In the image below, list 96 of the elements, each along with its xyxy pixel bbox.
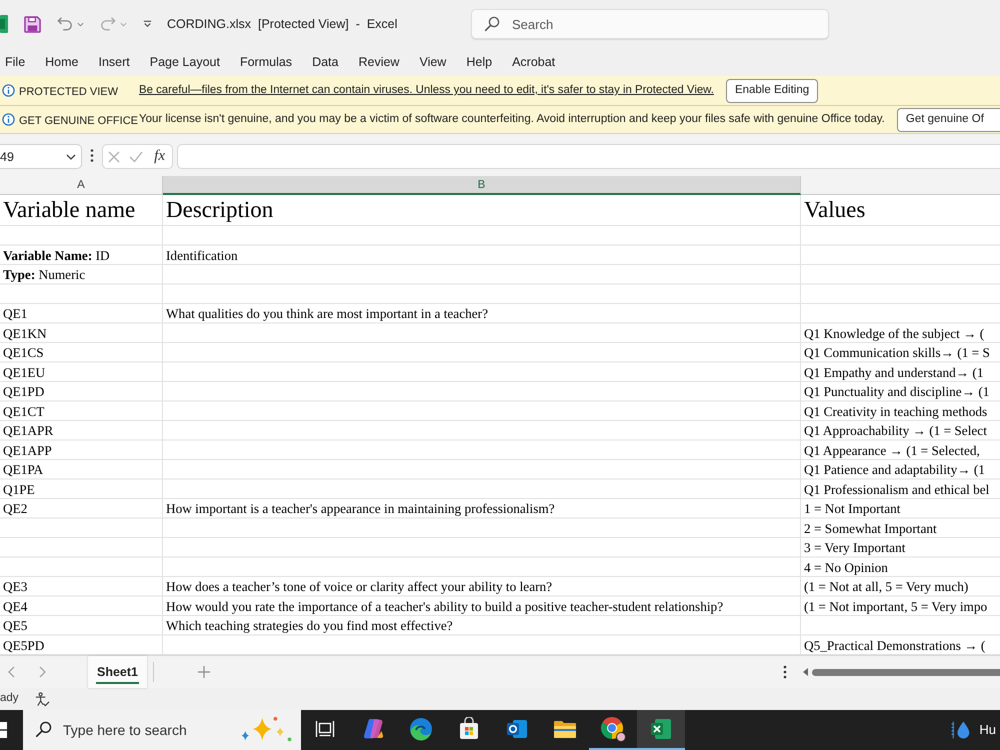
- ribbon-tab[interactable]: Help: [461, 50, 498, 74]
- variable-name-cell: QE1EU: [3, 364, 46, 380]
- variable-name-cell: QE1CS: [3, 345, 44, 360]
- description-cell: What qualities do you think are most important in a teacher?: [166, 306, 488, 321]
- ribbon-tab[interactable]: Data: [307, 50, 344, 74]
- ribbon-tab[interactable]: Formulas: [234, 50, 298, 74]
- variable-name-cell: Variable Name: ID: [3, 248, 110, 262]
- plus-icon: [198, 666, 210, 678]
- variable-name-cell: QE3: [3, 579, 28, 594]
- variable-name-cell: QE1KN: [3, 326, 47, 340]
- ribbon-tab[interactable]: View: [414, 50, 452, 74]
- person-check-icon[interactable]: [34, 692, 50, 706]
- ribbon-tab[interactable]: Review: [353, 50, 404, 74]
- message-heading: GET GENUINE OFFICE: [19, 114, 138, 127]
- description-cell: How does a teacher’s tone of voice or clarity affect your ability to learn?: [166, 579, 552, 594]
- insert-function-button[interactable]: fx: [152, 149, 167, 164]
- caret-icon[interactable]: [66, 154, 76, 160]
- ribbon-tab[interactable]: Home: [40, 50, 84, 74]
- variable-name-cell: QE5: [3, 618, 28, 633]
- ring-logo-icon: [600, 716, 626, 742]
- x-tile-icon: [649, 717, 673, 741]
- values-cell: Q1 Patience and adaptability→ (1: [804, 462, 985, 477]
- variable-name-cell: QE1PD: [3, 384, 44, 399]
- ribbon-tab[interactable]: Acrobat: [507, 50, 560, 74]
- window-stack-icon: [315, 720, 335, 738]
- mail-tile-icon: [505, 717, 529, 741]
- variable-name-cell: QE1APP: [3, 442, 52, 458]
- message-action-button[interactable]: Get genuine Of: [896, 108, 1000, 132]
- status-text: ady: [0, 691, 19, 706]
- sheet-tab[interactable]: Sheet1: [88, 656, 147, 688]
- variable-name-cell: Type: Numeric: [3, 267, 86, 282]
- values-cell: 1 = Not Important: [804, 501, 900, 516]
- column-title: Values: [804, 197, 866, 222]
- values-cell: (1 = Not at all, 5 = Very much): [804, 579, 968, 594]
- more-icon: [783, 665, 787, 679]
- message-text: Your license isn't genuine, and you may be a victim of software counterfeiting. Avoid interruption and keep your files safe with genuine Office today.: [139, 112, 885, 127]
- values-cell: (1 = Not important, 5 = Very impo: [804, 598, 988, 614]
- values-cell: Q1 Creativity in teaching methods: [804, 404, 988, 418]
- scrollbar-thumb[interactable]: [812, 668, 1000, 676]
- info-icon: [2, 113, 15, 126]
- values-cell: Q1 Appearance → (1 = Selected,: [804, 442, 980, 458]
- description-cell: How important is a teacher's appearance in maintaining professionalism?: [166, 501, 555, 516]
- values-cell: Q1 Approachability → (1 = Select: [804, 423, 987, 438]
- variable-name-cell: QE4: [3, 598, 28, 614]
- app-logo-icon: [0, 15, 8, 33]
- wave-circle-icon: [409, 717, 433, 741]
- description-cell: Identification: [166, 248, 238, 262]
- name-box[interactable]: 49: [0, 144, 82, 169]
- variable-name-cell: QE1CT: [3, 404, 44, 418]
- window-title: CORDING.xlsx [Protected View] - Excel: [167, 16, 398, 33]
- save-icon[interactable]: [24, 16, 41, 32]
- weather-text: Hu: [979, 721, 996, 740]
- ribbon-tab[interactable]: File: [0, 50, 30, 74]
- values-cell: 3 = Very Important: [804, 540, 906, 555]
- variable-name-cell: QE5PD: [3, 638, 44, 652]
- ribbon-tab[interactable]: Insert: [94, 50, 135, 74]
- check-icon[interactable]: [129, 150, 144, 162]
- swirl-icon: [361, 717, 385, 741]
- variable-name-cell: QE2: [3, 501, 28, 516]
- description-cell: How would you rate the importance of a teacher's ability to build a positive teacher-student relationship?: [166, 598, 724, 614]
- folder-icon: [553, 719, 577, 739]
- shopping-bag-icon: [457, 717, 481, 741]
- column-header[interactable]: B: [163, 176, 801, 195]
- values-cell: Q1 Knowledge of the subject → (: [804, 326, 984, 340]
- message-heading: PROTECTED VIEW: [19, 86, 118, 98]
- values-cell: Q5_Practical Demonstrations → (: [804, 638, 986, 652]
- variable-name-cell: Q1PE: [3, 482, 35, 496]
- info-icon: [2, 84, 15, 97]
- taskbar-search-field[interactable]: Type here to search: [23, 710, 301, 750]
- message-action-button[interactable]: Enable Editing: [726, 78, 818, 102]
- values-cell: 4 = No Opinion: [804, 560, 888, 574]
- values-cell: Q1 Communication skills→ (1 = S: [804, 345, 990, 360]
- ribbon-tab[interactable]: Page Layout: [144, 50, 225, 74]
- variable-name-cell: QE1: [3, 306, 28, 321]
- values-cell: Q1 Professionalism and ethical bel: [804, 482, 990, 496]
- description-cell: Which teaching strategies do you find most effective?: [166, 618, 453, 633]
- search-field[interactable]: Search: [471, 9, 829, 39]
- values-cell: Q1 Punctuality and discipline→ (1: [804, 384, 990, 399]
- line-caret-icon[interactable]: [143, 20, 152, 28]
- chevron-left-icon: [8, 666, 15, 678]
- scroll-left-icon[interactable]: [803, 668, 808, 676]
- more-icon[interactable]: [90, 148, 94, 163]
- logo-icon[interactable]: [0, 722, 7, 738]
- column-title: Variable name: [3, 197, 136, 222]
- formula-input[interactable]: [177, 144, 1000, 169]
- undo-icon[interactable]: [57, 16, 73, 32]
- search-icon: [35, 721, 52, 738]
- values-cell: Q1 Empathy and understand→ (1: [804, 364, 984, 380]
- column-header[interactable]: A: [0, 176, 163, 195]
- values-cell: 2 = Somewhat Important: [804, 520, 937, 536]
- chevron-right-icon: [39, 666, 46, 678]
- search-icon: [484, 16, 500, 32]
- variable-name-cell: QE1PA: [3, 462, 44, 477]
- variable-name-cell: QE1APR: [3, 423, 54, 438]
- column-title: Description: [166, 197, 274, 222]
- warning-link[interactable]: Be careful—files from the Internet can contain viruses. Unless you need to edit, it's safer to stay in Protected View.: [139, 82, 714, 100]
